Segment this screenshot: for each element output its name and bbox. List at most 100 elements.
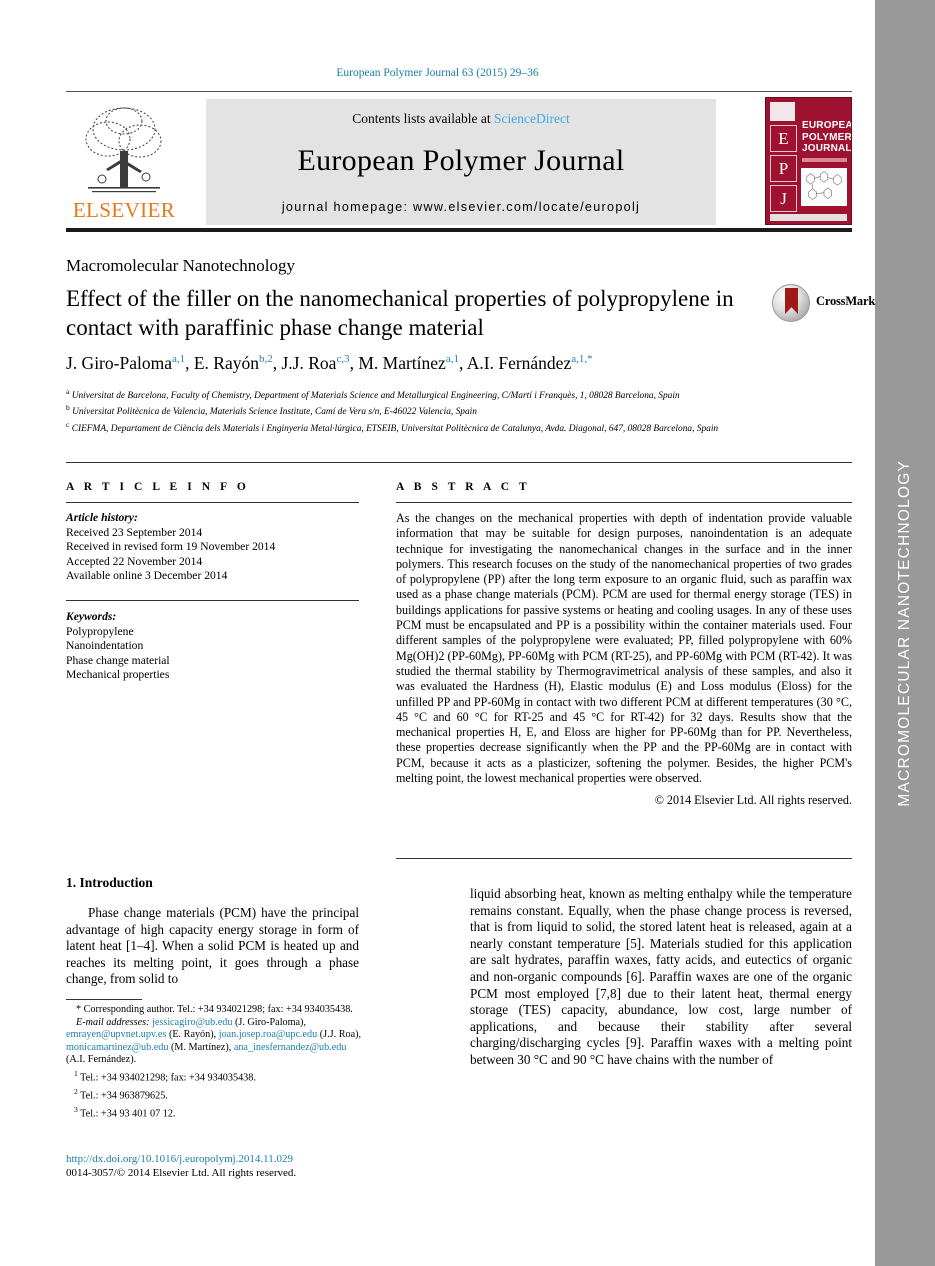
abstract-rule xyxy=(396,502,852,503)
author-affiliation-marker[interactable]: a,1 xyxy=(172,353,185,365)
affiliation-item: c CIEFMA, Departament de Ciència dels Ma… xyxy=(66,419,856,435)
introduction-paragraph-left: Phase change materials (PCM) have the pr… xyxy=(66,905,359,987)
article-info-heading: A R T I C L E I N F O xyxy=(66,481,250,493)
author-name: A.I. Fernández xyxy=(466,353,572,373)
author-name: E. Rayón xyxy=(193,353,259,373)
masthead-center-panel: Contents lists available at ScienceDirec… xyxy=(206,99,716,225)
crossmark-badge-group[interactable]: CrossMark xyxy=(772,282,875,326)
history-item: Received in revised form 19 November 201… xyxy=(66,540,276,554)
email-addresses-note: E-mail addresses: jessicagiro@ub.edu (J.… xyxy=(66,1017,366,1067)
author-name: J.J. Roa xyxy=(281,353,337,373)
email-link[interactable]: jessicagiro@ub.edu xyxy=(152,1017,232,1028)
journal-homepage-link[interactable]: journal homepage: www.elsevier.com/locat… xyxy=(206,200,716,214)
author-entry: A.I. Fernándeza,1,* xyxy=(467,353,593,373)
email-link[interactable]: emrayen@upvnet.upv.es xyxy=(66,1029,166,1040)
cover-title-line-3: JOURNAL xyxy=(802,143,852,154)
author-list: J. Giro-Palomaa,1, E. Rayónb,2, J.J. Roa… xyxy=(66,353,593,373)
keyword-item: Polypropylene xyxy=(66,624,134,638)
tel-note: 3 Tel.: +34 93 401 07 12. xyxy=(66,1104,366,1121)
affiliation-text: CIEFMA, Departament de Ciència dels Mate… xyxy=(71,423,719,434)
cover-footer-bar xyxy=(770,214,847,221)
abstract-bottom-rule xyxy=(396,858,852,859)
history-item: Available online 3 December 2014 xyxy=(66,569,228,583)
page-content: European Polymer Journal 63 (2015) 29–36 xyxy=(0,0,875,1266)
vertical-section-band: MACROMOLECULAR NANOTECHNOLOGY xyxy=(875,0,935,1266)
journal-cover-thumbnail: E P J EUROPEAN POLYMER JOURNAL xyxy=(765,97,852,225)
abstract-heading: A B S T R A C T xyxy=(396,481,531,493)
journal-masthead: ELSEVIER Contents lists available at Sci… xyxy=(66,91,852,232)
author-entry: J.J. Roac,3 xyxy=(282,353,350,373)
affiliation-text: Universitat de Barcelona, Faculty of Che… xyxy=(71,391,680,402)
cover-elsevier-mark xyxy=(770,102,795,121)
tel-marker: 1 xyxy=(74,1068,78,1078)
vertical-section-label: MACROMOLECULAR NANOTECHNOLOGY xyxy=(896,459,913,807)
tel-marker: 3 xyxy=(74,1104,78,1114)
author-affiliation-marker[interactable]: a,1 xyxy=(446,353,459,365)
tel-marker: 2 xyxy=(74,1086,78,1096)
cover-title: EUROPEAN POLYMER JOURNAL xyxy=(802,120,852,155)
author-entry: E. Rayónb,2 xyxy=(194,353,273,373)
footnote-separator-rule xyxy=(66,999,142,1000)
cover-letter-j: J xyxy=(770,185,797,212)
crossmark-label: CrossMark xyxy=(816,294,876,308)
issn-copyright-line: 0014-3057/© 2014 Elsevier Ltd. All right… xyxy=(66,1167,297,1179)
keyword-item: Phase change material xyxy=(66,653,170,667)
molecule-structures-icon xyxy=(806,171,842,200)
history-item: Accepted 22 November 2014 xyxy=(66,554,203,568)
email-link[interactable]: ana_inesfernandez@ub.edu xyxy=(234,1042,347,1053)
article-info-column: A R T I C L E I N F O Article history: R… xyxy=(66,481,359,683)
page-title: Effect of the filler on the nanomechanic… xyxy=(66,286,734,340)
running-head: European Polymer Journal 63 (2015) 29–36 xyxy=(336,67,539,79)
article-history-block: Article history: Received 23 September 2… xyxy=(66,511,359,584)
email-link[interactable]: monicamartinez@ub.edu xyxy=(66,1042,168,1053)
crossmark-icon xyxy=(772,284,810,322)
cover-letter-e: E xyxy=(770,125,797,152)
email-person: (E. Rayón), xyxy=(168,1029,217,1041)
elsevier-tree-icon xyxy=(85,107,162,193)
keyword-item: Nanoindentation xyxy=(66,639,144,653)
contents-prefix: Contents lists available at xyxy=(352,111,494,126)
author-entry: M. Martíneza,1 xyxy=(358,353,459,373)
introduction-right-column: liquid absorbing heat, known as melting … xyxy=(470,886,852,1067)
cover-subtitle-bar xyxy=(802,158,847,162)
cover-molecule-graphic xyxy=(801,168,847,206)
email-person: (J. Giro-Paloma), xyxy=(234,1016,306,1028)
affiliation-list: a Universitat de Barcelona, Faculty of C… xyxy=(66,386,856,435)
sciencedirect-link[interactable]: ScienceDirect xyxy=(494,111,570,126)
email-person: (J.J. Roa), xyxy=(319,1029,362,1041)
corresponding-author-note: * Corresponding author. Tel.: +34 934021… xyxy=(76,1004,353,1015)
keywords-block: Keywords: Polypropylene Nanoindentation … xyxy=(66,610,359,683)
keywords-label: Keywords: xyxy=(66,609,117,623)
author-affiliation-marker[interactable]: a,1,* xyxy=(571,353,592,365)
affiliation-text: Universitat Politècnica de Valencia, Mat… xyxy=(72,407,477,418)
elsevier-logo: ELSEVIER xyxy=(66,99,182,225)
cover-left-column: E P J xyxy=(770,102,797,212)
elsevier-wordmark: ELSEVIER xyxy=(72,198,176,222)
section-label: Macromolecular Nanotechnology xyxy=(66,256,295,275)
affiliation-item: b Universitat Politècnica de Valencia, M… xyxy=(66,402,856,418)
affiliation-marker: b xyxy=(66,403,70,413)
author-affiliation-marker[interactable]: b,2 xyxy=(259,353,273,365)
cover-letter-p: P xyxy=(770,155,797,182)
doi-block: http://dx.doi.org/10.1016/j.europolymj.2… xyxy=(66,1152,396,1180)
article-info-rule xyxy=(66,502,359,503)
author-affiliation-marker[interactable]: c,3 xyxy=(336,353,349,365)
email-link[interactable]: joan.josep.roa@upc.edu xyxy=(219,1029,318,1040)
contents-available-line: Contents lists available at ScienceDirec… xyxy=(206,111,716,127)
author-entry: J. Giro-Palomaa,1 xyxy=(66,353,185,373)
crossmark-ribbon-shape xyxy=(785,288,798,314)
email-person: (M. Martínez), xyxy=(171,1041,232,1053)
cover-title-line-2: POLYMER xyxy=(802,131,852,143)
vertical-section-band-text-wrap: MACROMOLECULAR NANOTECHNOLOGY xyxy=(875,0,935,1266)
tel-note: 1 Tel.: +34 934021298; fax: +34 93403543… xyxy=(66,1068,366,1085)
masthead-top-rule xyxy=(66,91,852,92)
abstract-text: As the changes on the mechanical propert… xyxy=(396,511,852,786)
introduction-left-column: 1. Introduction Phase change materials (… xyxy=(66,875,359,988)
doi-link[interactable]: http://dx.doi.org/10.1016/j.europolymj.2… xyxy=(66,1152,396,1166)
author-name: M. Martínez xyxy=(358,353,446,373)
info-top-rule xyxy=(66,462,852,463)
tel-text: Tel.: +34 93 401 07 12. xyxy=(80,1108,176,1120)
keywords-rule xyxy=(66,599,359,601)
affiliation-item: a Universitat de Barcelona, Faculty of C… xyxy=(66,386,856,402)
history-item: Received 23 September 2014 xyxy=(66,525,203,539)
